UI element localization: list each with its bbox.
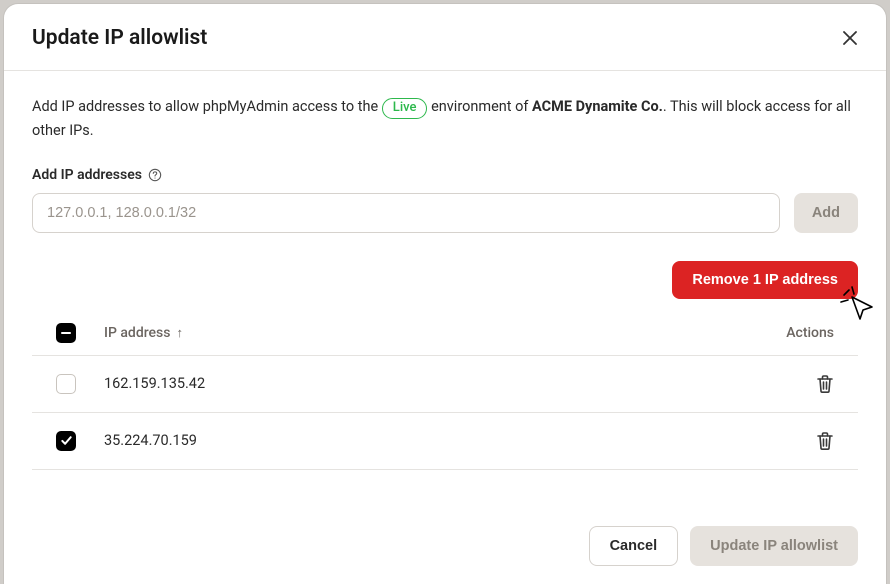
help-icon[interactable]	[148, 168, 162, 182]
modal-body: Add IP addresses to allow phpMyAdmin acc…	[4, 71, 886, 510]
sort-ascending-icon: ↑	[176, 325, 183, 341]
column-header-ip[interactable]: IP address ↑	[104, 325, 754, 341]
modal-footer: Cancel Update IP allowlist	[4, 510, 886, 584]
update-ip-allowlist-modal: Update IP allowlist Add IP addresses to …	[4, 4, 886, 584]
add-ip-label: Add IP addresses	[32, 167, 142, 183]
table-header: IP address ↑ Actions	[32, 311, 858, 356]
ip-address-cell: 162.159.135.42	[104, 375, 205, 392]
ip-table: IP address ↑ Actions 162.159.135.42	[32, 311, 858, 470]
ip-address-cell: 35.224.70.159	[104, 432, 197, 449]
ip-address-input[interactable]	[32, 193, 780, 233]
close-icon[interactable]	[842, 30, 858, 46]
description-middle: environment of	[431, 98, 532, 115]
table-row: 162.159.135.42	[32, 356, 858, 413]
select-all-checkbox[interactable]	[56, 323, 76, 343]
company-name: ACME Dynamite Co.	[532, 98, 663, 115]
cancel-button[interactable]: Cancel	[589, 526, 679, 566]
description-prefix: Add IP addresses to allow phpMyAdmin acc…	[32, 98, 382, 115]
remove-row: Remove 1 IP address	[32, 261, 858, 299]
add-ip-input-row: Add	[32, 193, 858, 233]
column-actions-label: Actions	[786, 325, 834, 341]
trash-icon[interactable]	[816, 431, 834, 451]
add-button[interactable]: Add	[794, 193, 858, 233]
modal-description: Add IP addresses to allow phpMyAdmin acc…	[32, 95, 858, 143]
remove-ip-button[interactable]: Remove 1 IP address	[672, 261, 858, 299]
modal-header: Update IP allowlist	[4, 4, 886, 71]
update-allowlist-button[interactable]: Update IP allowlist	[690, 526, 858, 566]
row-checkbox[interactable]	[56, 374, 76, 394]
environment-badge: Live	[382, 98, 428, 119]
add-ip-label-row: Add IP addresses	[32, 167, 858, 183]
column-ip-label: IP address	[104, 325, 170, 341]
table-row: 35.224.70.159	[32, 413, 858, 470]
row-checkbox[interactable]	[56, 431, 76, 451]
trash-icon[interactable]	[816, 374, 834, 394]
modal-title: Update IP allowlist	[32, 26, 207, 50]
